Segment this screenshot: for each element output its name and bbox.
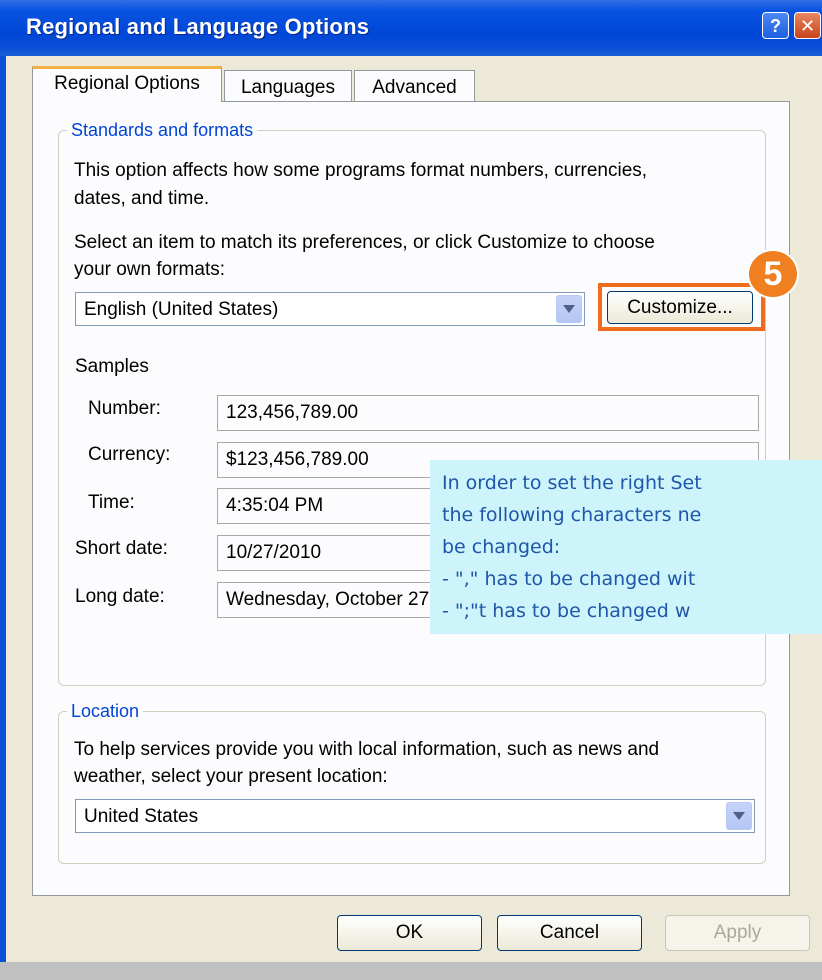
chevron-down-icon[interactable] xyxy=(726,802,752,830)
customize-highlight-frame xyxy=(598,283,765,331)
instruction-callout: In order to set the right Set the follow… xyxy=(430,460,822,634)
window-left-border xyxy=(0,56,6,962)
callout-line: In order to set the right Set xyxy=(442,472,702,494)
samples-label: Samples xyxy=(75,356,149,377)
callout-line: be changed: xyxy=(442,536,561,558)
sample-number-field: 123,456,789.00 xyxy=(217,395,759,431)
callout-line: - "," has to be changed wit xyxy=(442,568,696,590)
callout-line: the following characters ne xyxy=(442,504,702,526)
sample-label-number: Number: xyxy=(88,398,161,419)
sample-label-currency: Currency: xyxy=(88,444,171,465)
standards-instruction-cont: your own formats: xyxy=(74,259,225,280)
close-icon[interactable]: ✕ xyxy=(794,12,821,39)
sample-label-long-date: Long date: xyxy=(75,586,165,607)
format-dropdown-value: English (United States) xyxy=(84,299,279,320)
tab-languages[interactable]: Languages xyxy=(224,70,352,102)
ok-button[interactable]: OK xyxy=(337,915,482,951)
standards-description: This option affects how some programs fo… xyxy=(74,160,648,181)
callout-line: - ";"t has to be changed w xyxy=(442,600,691,622)
tab-label: Languages xyxy=(240,77,336,98)
tab-advanced[interactable]: Advanced xyxy=(354,70,475,102)
step-number-badge: 5 xyxy=(747,249,799,299)
cancel-button[interactable]: Cancel xyxy=(497,915,642,951)
screen-bottom-strip xyxy=(0,962,822,980)
location-legend: Location xyxy=(67,701,144,722)
standards-description-cont: dates, and time. xyxy=(74,188,210,209)
tab-label: Regional Options xyxy=(54,73,200,94)
location-description: To help services provide you with local … xyxy=(74,739,660,760)
sample-label-short-date: Short date: xyxy=(75,538,168,559)
apply-button: Apply xyxy=(665,915,810,951)
standards-instruction: Select an item to match its preferences,… xyxy=(74,232,655,253)
location-dropdown[interactable]: United States xyxy=(75,799,755,833)
location-dropdown-value: United States xyxy=(84,806,199,827)
standards-legend: Standards and formats xyxy=(67,120,258,141)
format-dropdown[interactable]: English (United States) xyxy=(75,292,585,326)
title-bar[interactable]: Regional and Language Options ? ✕ xyxy=(0,0,822,56)
chevron-down-icon[interactable] xyxy=(556,295,582,323)
sample-label-time: Time: xyxy=(88,492,135,513)
window-title: Regional and Language Options xyxy=(26,14,370,39)
help-icon[interactable]: ? xyxy=(762,12,789,39)
tab-regional-options[interactable]: Regional Options xyxy=(32,66,222,102)
location-description-cont: weather, select your present location: xyxy=(74,766,388,787)
tab-label: Advanced xyxy=(372,77,457,98)
